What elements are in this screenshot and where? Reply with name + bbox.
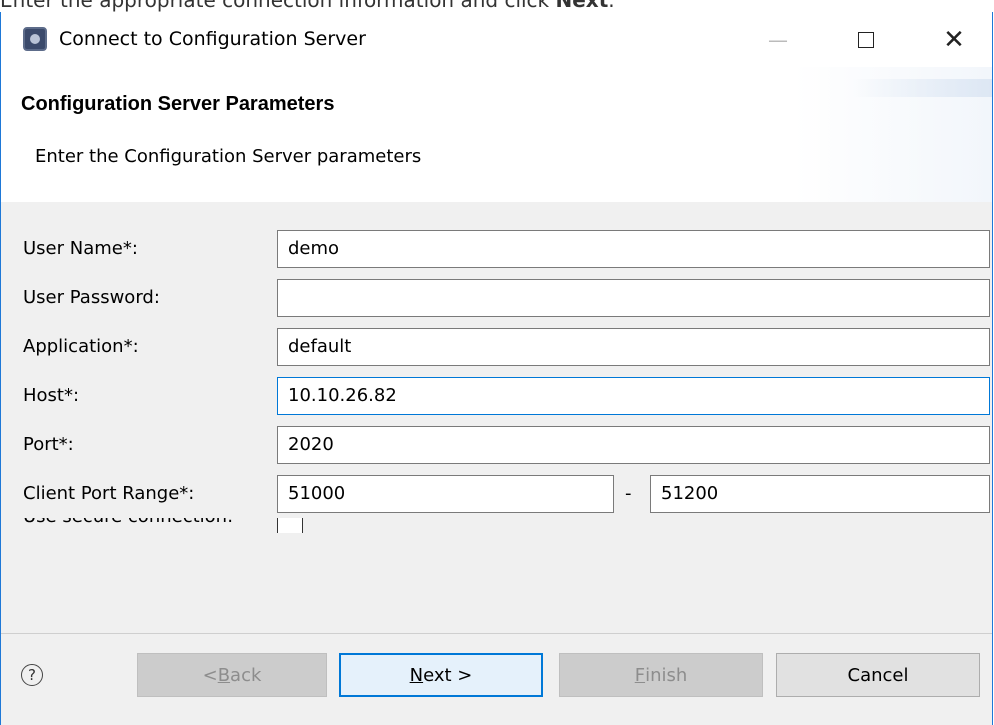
user-name-input[interactable]: demo [277, 230, 990, 268]
wizard-header: Configuration Server Parameters Enter th… [1, 67, 992, 203]
port-input[interactable]: 2020 [277, 426, 990, 464]
finish-rest: inish [645, 664, 688, 686]
client-port-range-to-input[interactable]: 51200 [650, 475, 990, 513]
finish-button[interactable]: Finish [559, 653, 763, 697]
client-port-range-label: Client Port Range*: [23, 483, 195, 504]
next-button[interactable]: Next > [339, 653, 543, 697]
footer-divider [1, 633, 992, 634]
user-password-label: User Password: [23, 287, 160, 308]
maximize-icon [858, 31, 874, 48]
host-row: Host*: 10.10.26.82 [1, 377, 992, 417]
finish-mnemonic: F [634, 664, 646, 686]
next-mnemonic: N [409, 664, 424, 686]
secure-connection-label: Use secure connection: [23, 518, 233, 527]
application-label: Application*: [23, 336, 139, 357]
dialog-window: Connect to Configuration Server — ✕ Conf… [0, 12, 993, 725]
host-label: Host*: [23, 385, 80, 406]
secure-connection-checkbox[interactable] [277, 518, 303, 533]
user-password-input[interactable] [277, 279, 990, 317]
secure-connection-row: Use secure connection: [1, 518, 992, 533]
page-subtitle: Enter the Configuration Server parameter… [35, 146, 422, 167]
close-icon: ✕ [943, 24, 965, 55]
application-input[interactable]: default [277, 328, 990, 366]
port-range-separator: - [625, 483, 632, 504]
header-banner-decoration [852, 79, 992, 97]
user-name-row: User Name*: demo [1, 230, 992, 270]
caption-text: Enter the appropriate connection informa… [0, 0, 556, 12]
client-port-range-row: Client Port Range*: 51000 - 51200 [1, 475, 992, 515]
minimize-button[interactable]: — [734, 12, 822, 67]
user-password-row: User Password: [1, 279, 992, 319]
parameters-form: User Name*: demo User Password: Applicat… [1, 202, 992, 533]
user-name-label: User Name*: [23, 238, 138, 259]
maximize-button[interactable] [822, 12, 910, 67]
back-prefix: < [202, 664, 218, 686]
host-input[interactable]: 10.10.26.82 [277, 377, 990, 415]
caption-end: . [608, 0, 615, 12]
minimize-icon: — [768, 27, 788, 52]
caption-bold: Next [555, 0, 609, 12]
app-icon [23, 27, 47, 51]
application-row: Application*: default [1, 328, 992, 368]
close-button[interactable]: ✕ [910, 12, 994, 67]
client-port-range-from-input[interactable]: 51000 [277, 475, 614, 513]
instruction-caption: Enter the appropriate connection informa… [0, 0, 615, 12]
help-icon[interactable]: ? [21, 664, 43, 686]
back-rest: ack [230, 664, 262, 686]
back-button[interactable]: < Back [137, 653, 327, 697]
port-row: Port*: 2020 [1, 426, 992, 466]
next-rest: ext > [423, 664, 473, 686]
back-mnemonic: B [217, 664, 231, 686]
scroll-clipped-row: Use secure connection: [1, 518, 992, 533]
title-bar: Connect to Configuration Server — ✕ [1, 12, 992, 67]
port-label: Port*: [23, 434, 74, 455]
window-title: Connect to Configuration Server [59, 28, 366, 50]
cancel-button[interactable]: Cancel [776, 653, 980, 697]
page-title: Configuration Server Parameters [21, 93, 335, 115]
